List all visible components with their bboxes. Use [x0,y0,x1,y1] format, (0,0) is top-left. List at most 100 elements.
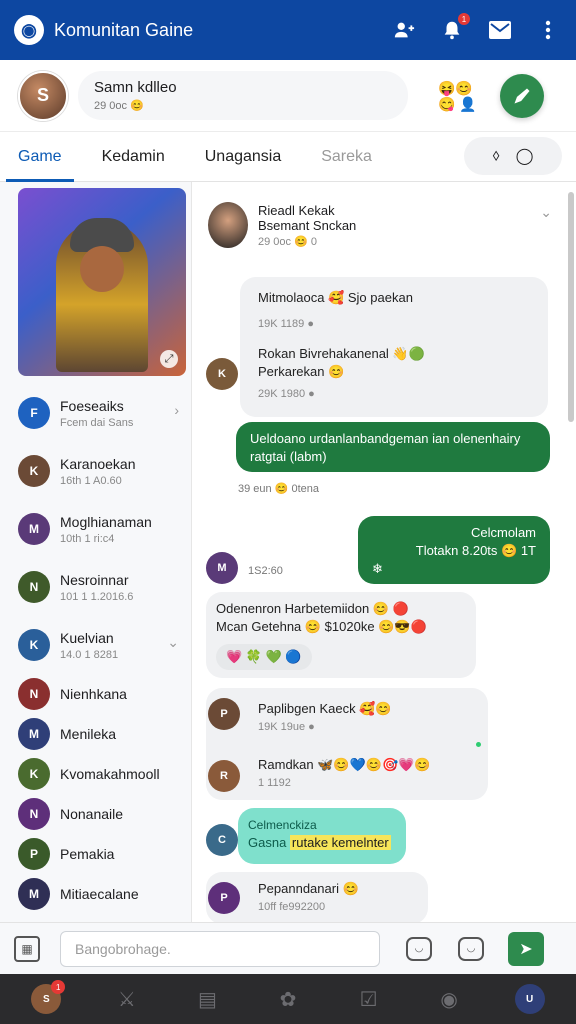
tab-unagansia[interactable]: Unagansia [205,132,282,182]
contact-text: Nonanaile [60,806,123,822]
contact-item[interactable]: F Foeseaiks Fcem dai Sans › [0,384,191,442]
nav-profile[interactable]: S 1 [29,980,66,1016]
message-bubble[interactable]: Celmenckiza Gasna rutake kemelnter [238,808,406,864]
message-text: Ramdkan 🦋😊💙😊🎯💗😊 [258,757,431,772]
featured-game-image[interactable]: ⤢ [18,188,186,376]
contact-text: Mitiaecalane [60,886,139,902]
sticker-button[interactable]: ◡ [458,936,484,961]
tab-kedamin[interactable]: Kedamin [102,132,165,182]
user-avatar[interactable]: S [18,70,68,121]
expand-icon[interactable]: ⤢ [160,350,178,368]
scrollbar[interactable] [568,192,574,422]
contact-item[interactable]: N Nesroinnar 101 1 1.2016.6 [0,558,191,616]
sender-avatar[interactable]: C [206,824,238,856]
message-input[interactable]: Bangobrohage. [60,930,380,967]
contact-item[interactable]: M Mitiaecalane [0,874,191,914]
message-text: Rokan Bivrehakanenal 👋🟢 [258,346,425,361]
contact-item[interactable]: M Moglhianaman 10th 1 ri:c4 [0,500,191,558]
status-emojis: 😝😊😋 👤 [438,79,477,112]
contact-meta: 10th 1 ri:c4 [60,532,115,545]
message-bubble-own[interactable]: Celcmolam Tlotakn 8.20ts 😊 1T ❄ [358,516,550,584]
contact-item[interactable]: N Nonanaile [0,794,191,834]
contact-item[interactable]: K Karanoekan 16th 1 A0.60 [0,442,191,500]
tab-sareka[interactable]: Sareka [321,132,372,182]
contact-name: Pemakia [60,846,115,862]
message-text: Perkarekan 😊 [258,364,345,379]
compose-button[interactable] [500,73,544,118]
chat-status: 29 0oc 😊 0 [258,235,317,248]
online-dot [476,742,481,747]
contact-item[interactable]: M Menileka [0,714,191,754]
contact-name: Nienhkana [60,686,127,702]
bottom-navigation: S 1 ⚔ ▤ ✿ ☑ ◉ U [0,974,576,1024]
contact-text: Moglhianaman 10th 1 ri:c4 [60,514,152,545]
contact-name: Menileka [60,726,117,742]
message-bubble[interactable]: Paplibgen Kaeck 🥰😊 19K 19ue ● Ramdkan 🦋😊… [206,688,488,800]
sender-avatar[interactable]: P [208,698,240,730]
contact-item[interactable]: K Kvomakahmooll [0,754,191,794]
message-text: Odenenron Harbetemiidon 😊 🔴 [216,601,409,616]
profile-info[interactable]: Samn kdlleo 29 0oc 😊 [78,71,408,120]
chat-subtitle: Bsemant Snckan [258,217,357,233]
person-add-icon[interactable] [390,16,418,44]
chevron-down-icon[interactable]: ⌄ [167,634,179,651]
emoji-button[interactable]: ◡ [406,936,432,961]
chat-avatar[interactable] [208,202,248,248]
edit-icon[interactable]: ☑ [352,982,386,1016]
app-bar: ◉ Komunitan Gaine 1 [0,0,576,60]
message-bubble[interactable]: Odenenron Harbetemiidon 😊 🔴 Mcan Getehna… [206,592,476,678]
message-bubble-own[interactable]: Ueldoano urdanlanbandgeman ian olenenhai… [236,422,550,472]
mail-icon[interactable] [486,16,514,44]
contact-item[interactable]: P Pemakia [0,834,191,874]
contact-avatar: P [18,838,50,870]
profile-name: Samn kdlleo [94,79,177,96]
more-vert-icon[interactable] [534,16,562,44]
message-bubble[interactable]: Mitmolaoca 🥰 Sjo paekan 19K 1189 ● Rokan… [240,277,548,417]
contact-text: Karanoekan 16th 1 A0.60 [60,456,136,487]
contact-meta: 101 1 1.2016.6 [60,590,134,603]
message-composer: ▦ Bangobrohage. ◡ ◡ ➤ [0,922,576,974]
send-button[interactable]: ➤ [508,931,544,966]
book-icon[interactable]: ▤ [190,982,224,1016]
contact-avatar: N [18,798,50,830]
contact-sidebar: ⤢ F Foeseaiks Fcem dai Sans › K Karanoekan 16t… [0,182,192,922]
contact-list: F Foeseaiks Fcem dai Sans › K Karanoekan 16th … [0,384,191,914]
gear-icon[interactable]: ✿ [271,982,305,1016]
diamond-icon[interactable]: ⬨ [492,147,499,165]
message-meta: 1 1192 [258,777,291,789]
search-icon[interactable]: ◯ [516,146,534,166]
tab-toggle[interactable]: ⬨ ◯ [464,137,562,175]
contact-name: Nonanaile [60,806,124,822]
notifications-icon[interactable]: 1 [438,13,470,44]
sender-avatar[interactable]: P [208,882,240,914]
highlighted-text: rutake kemelnter [289,835,391,850]
grid-icon[interactable]: ▦ [14,935,40,962]
sender-avatar[interactable]: M [206,552,238,584]
sender-avatar[interactable]: K [206,358,238,390]
contact-name: Foeseaiks [60,397,124,414]
collapse-icon[interactable]: ⌄ [540,204,552,221]
chat-header: Rieadl Kekak Bsemant Snckan 29 0oc 😊 0 [208,202,356,248]
nav-badge: 1 [51,980,66,994]
contact-name: Moglhianaman [60,513,152,530]
contact-name: Nesroinnar [60,571,129,588]
hero-face [80,246,124,292]
contact-item[interactable]: N Nienhkana [0,674,191,714]
reaction-row[interactable]: 💗 🍀 💚 🔵 [216,644,312,670]
message-text: Gasna rutake kemelnter [248,835,391,850]
message-text: Mcan Getehna 😊 $1020ke 😊😎🔴 [216,619,427,634]
location-icon[interactable]: ◉ [432,982,466,1016]
sender-avatar[interactable]: R [208,760,240,792]
chevron-right-icon[interactable]: › [174,402,179,418]
contact-name: Kvomakahmooll [60,766,160,782]
contact-text: Kuelvian 14.0 1 8281 [60,630,118,661]
nav-user[interactable]: U [513,982,547,1016]
swords-icon[interactable]: ⚔ [110,982,144,1016]
contact-avatar: F [18,397,50,429]
contact-item[interactable]: K Kuelvian 14.0 1 8281 ⌄ [0,616,191,674]
contact-avatar: K [18,629,50,661]
contact-avatar: N [18,678,50,710]
message-text: Paplibgen Kaeck 🥰😊 [258,701,392,716]
tab-game[interactable]: Game [6,132,74,182]
app-title: Komunitan Gaine [54,19,194,40]
